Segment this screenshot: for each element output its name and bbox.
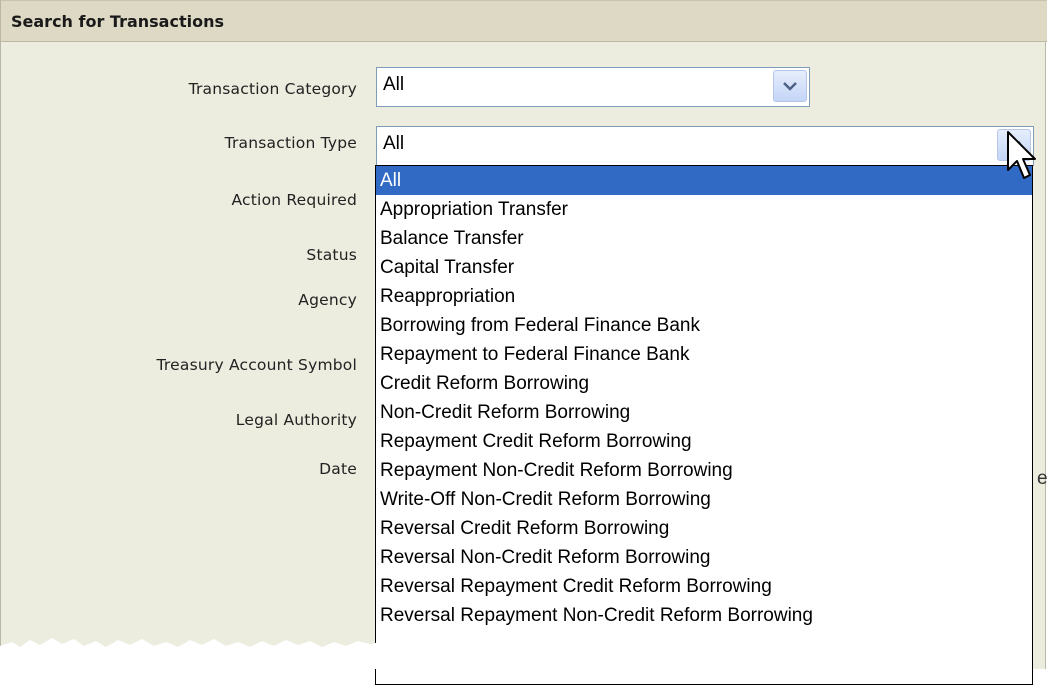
torn-edge-decoration — [0, 638, 380, 669]
dropdown-option[interactable]: Reversal Repayment Non-Credit Reform Bor… — [376, 601, 1032, 630]
transaction-type-dropdown-list[interactable]: All Appropriation Transfer Balance Trans… — [375, 165, 1033, 685]
treasury-account-symbol-label: Treasury Account Symbol — [156, 356, 357, 374]
transaction-category-value: All — [383, 74, 405, 95]
transaction-category-select[interactable]: All — [376, 67, 810, 107]
panel-title: Search for Transactions — [11, 12, 224, 31]
dropdown-option[interactable]: All — [376, 166, 1032, 195]
panel-header: Search for Transactions — [1, 0, 1047, 42]
dropdown-option[interactable]: Capital Transfer — [376, 253, 1032, 282]
transaction-type-label: Transaction Type — [224, 134, 357, 152]
dropdown-option[interactable]: Repayment Credit Reform Borrowing — [376, 427, 1032, 456]
dropdown-option[interactable]: Reversal Credit Reform Borrowing — [376, 514, 1032, 543]
transaction-category-dropdown-button[interactable] — [773, 70, 807, 102]
dropdown-option[interactable]: Credit Reform Borrowing — [376, 369, 1032, 398]
transaction-category-label: Transaction Category — [188, 80, 357, 98]
cursor-arrow-icon — [1007, 131, 1036, 179]
action-required-label: Action Required — [231, 191, 357, 209]
agency-label: Agency — [298, 291, 357, 309]
transaction-type-value: All — [383, 133, 405, 154]
dropdown-option[interactable]: Borrowing from Federal Finance Bank — [376, 311, 1032, 340]
partial-text: e — [1037, 468, 1048, 489]
date-label: Date — [319, 460, 357, 478]
dropdown-option[interactable]: Repayment Non-Credit Reform Borrowing — [376, 456, 1032, 485]
transaction-type-select[interactable]: All — [376, 126, 1034, 166]
dropdown-option[interactable]: Non-Credit Reform Borrowing — [376, 398, 1032, 427]
chevron-down-icon — [783, 82, 797, 91]
dropdown-option[interactable]: Reappropriation — [376, 282, 1032, 311]
dropdown-option[interactable]: Repayment to Federal Finance Bank — [376, 340, 1032, 369]
dropdown-option[interactable]: Balance Transfer — [376, 224, 1032, 253]
legal-authority-label: Legal Authority — [235, 411, 357, 429]
dropdown-option[interactable]: Reversal Repayment Credit Reform Borrowi… — [376, 572, 1032, 601]
status-label: Status — [306, 246, 357, 264]
dropdown-option[interactable]: Reversal Non-Credit Reform Borrowing — [376, 543, 1032, 572]
dropdown-option[interactable]: Appropriation Transfer — [376, 195, 1032, 224]
dropdown-option[interactable]: Write-Off Non-Credit Reform Borrowing — [376, 485, 1032, 514]
